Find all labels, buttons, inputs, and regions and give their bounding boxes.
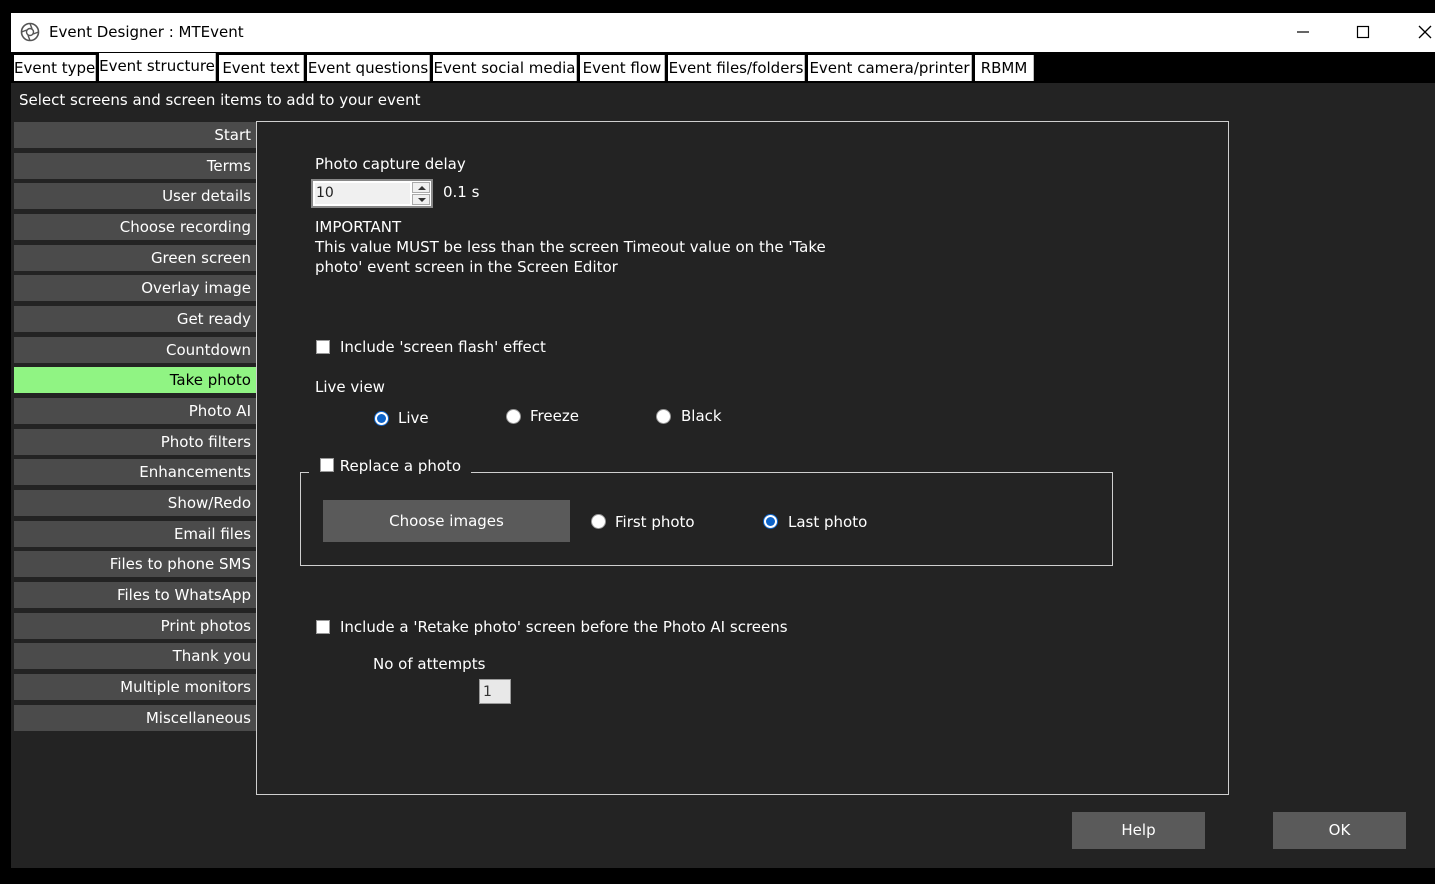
- sidebar-item-terms[interactable]: Terms: [14, 153, 257, 179]
- sidebar-item-countdown[interactable]: Countdown: [14, 337, 257, 363]
- tab-event-camera-printer[interactable]: Event camera/printer: [808, 55, 972, 81]
- sidebar-item-photo-filters[interactable]: Photo filters: [14, 429, 257, 455]
- important-text-line2: photo' event screen in the Screen Editor: [315, 258, 618, 276]
- sidebar-item-start[interactable]: Start: [14, 122, 257, 148]
- black-radio[interactable]: [656, 409, 671, 424]
- delay-unit: 0.1 s: [443, 183, 480, 201]
- close-button[interactable]: [1401, 13, 1435, 52]
- last-photo-label: Last photo: [788, 513, 868, 531]
- camera-aperture-icon: [20, 22, 40, 42]
- attempts-label: No of attempts: [373, 655, 486, 673]
- sidebar-item-multiple-monitors[interactable]: Multiple monitors: [14, 674, 257, 700]
- important-text-line1: This value MUST be less than the screen …: [315, 238, 826, 256]
- maximize-icon: [1356, 25, 1370, 39]
- important-title: IMPORTANT: [315, 218, 402, 236]
- replace-photo-legend: Replace a photo: [309, 457, 472, 483]
- sidebar-item-thank-you[interactable]: Thank you: [14, 643, 257, 669]
- live-radio[interactable]: [374, 411, 389, 426]
- live-label: Live: [398, 409, 429, 427]
- freeze-label: Freeze: [530, 407, 579, 425]
- replace-photo-checkbox[interactable]: [320, 458, 334, 472]
- black-label: Black: [681, 407, 722, 425]
- event-designer-window: Event Designer : MTEvent Event type Even…: [11, 13, 1435, 868]
- replace-photo-label: Replace a photo: [339, 457, 462, 475]
- close-icon: [1418, 25, 1432, 39]
- title-bar: Event Designer : MTEvent: [11, 13, 1435, 52]
- first-photo-label: First photo: [615, 513, 695, 531]
- tab-bar: Event type Event structure Event text Ev…: [11, 52, 1435, 83]
- sidebar-item-email-files[interactable]: Email files: [14, 521, 257, 547]
- sidebar-item-files-to-phone-sms[interactable]: Files to phone SMS: [14, 551, 257, 577]
- decrement-icon[interactable]: [412, 194, 430, 205]
- sidebar-item-print-photos[interactable]: Print photos: [14, 613, 257, 639]
- minimize-icon: [1297, 31, 1309, 33]
- screen-flash-checkbox[interactable]: [316, 340, 330, 354]
- sidebar-item-files-to-whatsapp[interactable]: Files to WhatsApp: [14, 582, 257, 608]
- sidebar-item-overlay-image[interactable]: Overlay image: [14, 275, 257, 301]
- tab-event-type[interactable]: Event type: [14, 55, 96, 81]
- retake-photo-label: Include a 'Retake photo' screen before t…: [340, 618, 788, 636]
- increment-icon[interactable]: [412, 182, 430, 193]
- tab-event-flow[interactable]: Event flow: [580, 55, 665, 81]
- sidebar-item-user-details[interactable]: User details: [14, 183, 257, 209]
- tab-event-social-media[interactable]: Event social media: [433, 55, 577, 81]
- choose-images-button[interactable]: Choose images: [323, 500, 570, 542]
- tab-rbmm[interactable]: RBMM: [975, 55, 1034, 81]
- last-photo-radio[interactable]: [763, 514, 778, 529]
- sidebar-item-green-screen[interactable]: Green screen: [14, 245, 257, 271]
- first-photo-radio[interactable]: [591, 514, 606, 529]
- tab-event-text[interactable]: Event text: [219, 55, 304, 81]
- sidebar-item-enhancements[interactable]: Enhancements: [14, 459, 257, 485]
- delay-stepper[interactable]: 10: [311, 179, 433, 208]
- delay-input[interactable]: 10: [315, 183, 410, 204]
- tab-event-structure[interactable]: Event structure: [99, 53, 216, 81]
- minimize-button[interactable]: [1279, 13, 1329, 52]
- screen-flash-label: Include 'screen flash' effect: [340, 338, 546, 356]
- sidebar-item-photo-ai[interactable]: Photo AI: [14, 398, 257, 424]
- sidebar-item-show-redo[interactable]: Show/Redo: [14, 490, 257, 516]
- sidebar-item-get-ready[interactable]: Get ready: [14, 306, 257, 332]
- window-title: Event Designer : MTEvent: [49, 23, 244, 41]
- sidebar-item-miscellaneous[interactable]: Miscellaneous: [14, 705, 257, 731]
- tab-event-files-folders[interactable]: Event files/folders: [668, 55, 805, 81]
- sidebar-item-choose-recording[interactable]: Choose recording: [14, 214, 257, 240]
- instruction-text: Select screens and screen items to add t…: [19, 91, 421, 109]
- replace-photo-group: Replace a photo Choose images First phot…: [300, 457, 1113, 566]
- ok-button[interactable]: OK: [1273, 812, 1406, 849]
- help-button[interactable]: Help: [1072, 812, 1205, 849]
- retake-photo-checkbox[interactable]: [316, 620, 330, 634]
- freeze-radio[interactable]: [506, 409, 521, 424]
- stepper-buttons: [412, 182, 430, 205]
- sidebar-item-take-photo[interactable]: Take photo: [14, 367, 257, 393]
- tab-event-questions[interactable]: Event questions: [307, 55, 430, 81]
- live-view-label: Live view: [315, 378, 385, 396]
- delay-label: Photo capture delay: [315, 155, 466, 173]
- take-photo-settings-panel: Photo capture delay 10 0.1 s IMPORTANT T…: [256, 121, 1229, 795]
- maximize-button[interactable]: [1339, 13, 1389, 52]
- attempts-input[interactable]: 1: [479, 679, 511, 704]
